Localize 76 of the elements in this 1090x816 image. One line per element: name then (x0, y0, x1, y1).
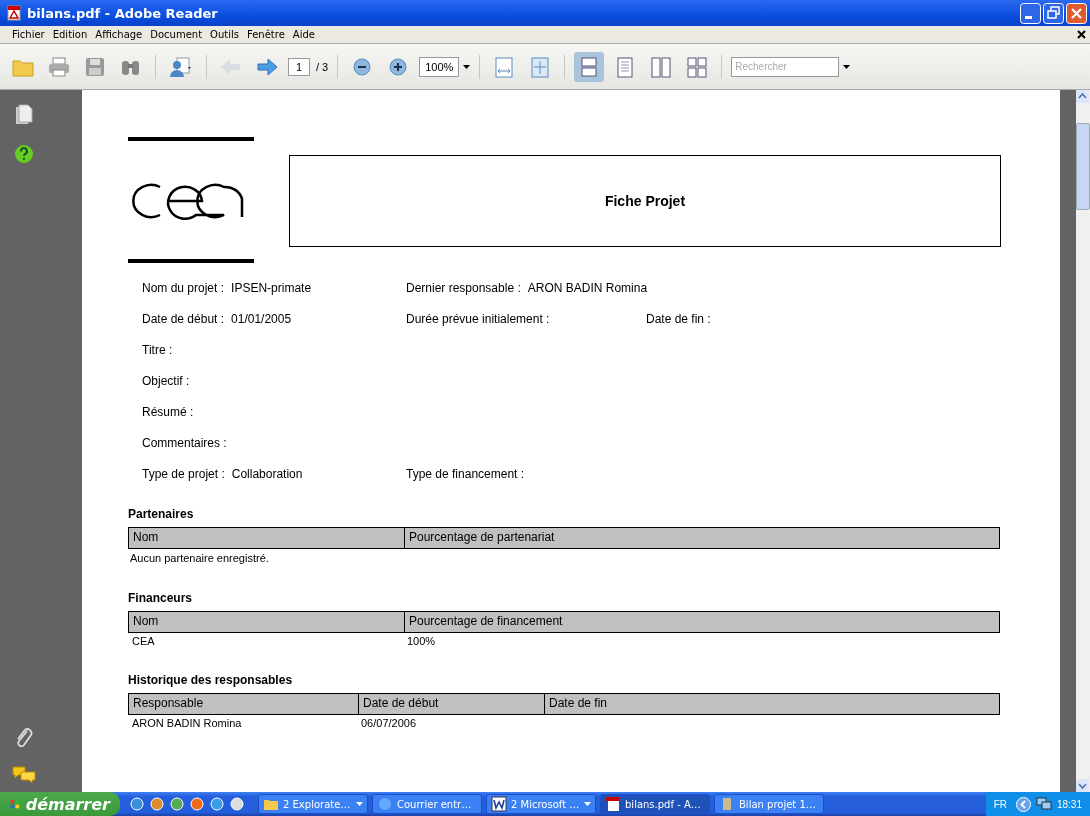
page-number-field[interactable]: 1 (288, 57, 310, 76)
menu-item[interactable]: Edition (48, 29, 92, 40)
empty-message: Aucun partenaire enregistré. (129, 551, 270, 566)
four-pages-icon[interactable] (685, 55, 710, 78)
table-cell-text: ARON BADIN Romina (131, 716, 243, 731)
column-header: Date de début (358, 694, 544, 714)
section-heading: Historique des responsables (128, 673, 294, 687)
table-cell-text: 06/07/2006 (360, 716, 418, 731)
field-label: Titre : (142, 343, 173, 357)
field-label: Objectif : (142, 374, 190, 388)
column-header: Responsable (132, 695, 205, 712)
window-title: bilans.pdf - Adobe Reader (27, 5, 219, 21)
section-heading: Partenaires (128, 507, 195, 521)
column-header: Date de fin (544, 694, 999, 714)
pdf-icon (605, 796, 621, 812)
printer-icon[interactable] (47, 55, 71, 78)
field-label: Type de projet : (142, 467, 225, 481)
scroll-up-icon[interactable] (1076, 90, 1089, 103)
taskbar-button[interactable]: 2 Microsoft … (486, 794, 596, 814)
table-cell-text: 100% (406, 634, 437, 649)
caret-icon (356, 802, 363, 806)
taskbar-button[interactable]: bilans.pdf - A… (600, 794, 710, 814)
save-icon[interactable] (83, 55, 107, 78)
pages-icon[interactable] (14, 104, 33, 126)
speech-bubbles-icon[interactable] (11, 766, 36, 784)
scroll-down-icon[interactable] (1076, 779, 1089, 792)
field-value: IPSEN-primate (231, 281, 312, 295)
dropdown-caret-icon[interactable] (463, 64, 471, 69)
dropdown-caret-icon[interactable] (843, 64, 851, 69)
field-value: ARON BADIN Romina (527, 281, 648, 295)
field-label: Durée prévue initialement : (406, 312, 550, 326)
pdf-icon (6, 5, 22, 21)
field-label: Date de début : (142, 312, 225, 326)
network-icon[interactable] (1035, 797, 1052, 811)
chevron-icon[interactable] (1015, 796, 1031, 812)
menu-item[interactable]: Document (146, 29, 207, 40)
column-header: Pourcentage de partenariat (404, 528, 999, 548)
menu-item[interactable]: Fichier (8, 29, 49, 40)
caret-icon (584, 802, 591, 806)
field-label: Dernier responsable : (406, 281, 521, 295)
taskbar-button[interactable]: 2 Explorate… (258, 794, 368, 814)
user-document-icon[interactable] (168, 55, 194, 78)
column-header: Nom (132, 529, 160, 546)
menu-item[interactable]: Outils (206, 29, 243, 40)
forward-arrow-icon[interactable] (255, 55, 279, 78)
field-label: Nom du projet : (142, 281, 225, 295)
two-pages-icon[interactable] (649, 55, 674, 78)
taskbar-button[interactable]: Bilan projet 1… (714, 794, 824, 814)
column-header: Nom (132, 613, 160, 630)
field-label: Type de financement : (406, 467, 525, 481)
table-cell-text: CEA (131, 634, 156, 649)
help-icon[interactable] (13, 144, 34, 164)
paperclip-icon[interactable] (14, 726, 33, 748)
taskbar-button[interactable]: Courrier entr… (372, 794, 482, 814)
search-field[interactable]: Rechercher (731, 56, 840, 77)
scrollbar[interactable] (1076, 90, 1090, 792)
section-heading: Financeurs (128, 591, 194, 605)
page-count: / 3 (316, 60, 329, 73)
minimize-icon[interactable] (1020, 2, 1041, 24)
zoom-field[interactable]: 100% (419, 56, 460, 77)
document-icon (491, 796, 507, 812)
field-label: Date de fin : (646, 312, 711, 326)
menu-item[interactable]: Fenêtre (243, 29, 289, 40)
document-title: Fiche Projet (604, 193, 686, 209)
zoom-value: 100% (425, 60, 454, 73)
close-icon[interactable] (1077, 30, 1086, 39)
field-label: Commentaires : (142, 436, 227, 450)
field-value: 01/01/2005 (231, 312, 292, 326)
menu-item[interactable]: Affichage (91, 29, 147, 40)
clock: 18:31 (1056, 798, 1082, 810)
menu-item[interactable]: Aide (288, 29, 319, 40)
column-header: Pourcentage de financement (404, 612, 999, 632)
restore-icon[interactable] (1043, 2, 1064, 24)
field-value: Collaboration (231, 467, 303, 481)
scrollbar-thumb[interactable] (1076, 123, 1090, 210)
field-label: Résumé : (142, 405, 194, 419)
